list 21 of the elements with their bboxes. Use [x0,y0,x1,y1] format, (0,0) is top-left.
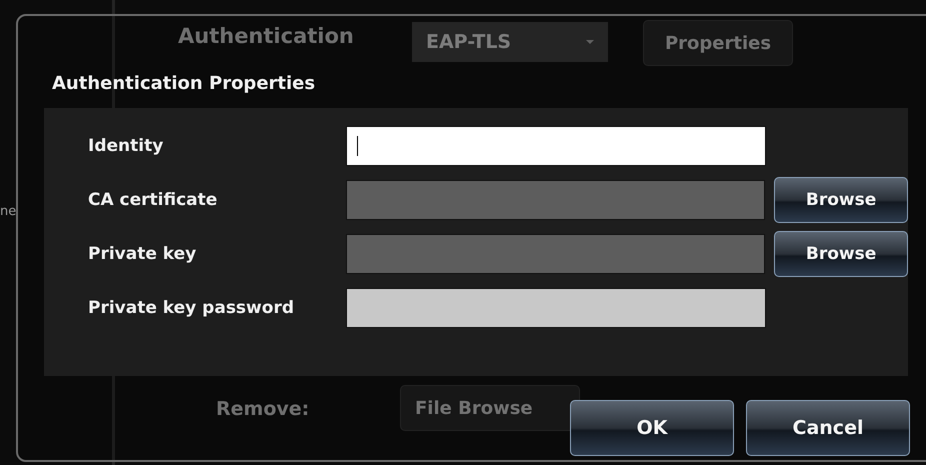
dialog-title: Authentication Properties [52,74,316,94]
remove-label: Remove: [216,398,310,420]
authentication-label: Authentication [178,24,354,48]
browse-button[interactable]: Browse [774,231,908,277]
browse-button[interactable]: Browse [774,177,908,223]
cancel-button[interactable]: Cancel [746,400,910,456]
caret-icon [586,40,594,44]
field-label: Private key password [88,298,295,318]
text-cursor [357,136,358,156]
field-label: Identity [88,136,164,156]
field-label: Private key [88,244,198,264]
method-dropdown[interactable]: EAP-TLS [412,22,608,62]
ok-button[interactable]: OK [570,400,734,456]
file-path-field[interactable] [346,234,766,274]
side-text: ne [0,204,16,219]
properties-button[interactable]: Properties [643,20,793,66]
file-path-field[interactable] [346,180,766,220]
field-label: CA certificate [88,190,218,210]
input-field[interactable] [346,126,766,166]
file-browse-button[interactable]: File Browse [400,385,580,431]
password-field[interactable] [346,288,766,328]
